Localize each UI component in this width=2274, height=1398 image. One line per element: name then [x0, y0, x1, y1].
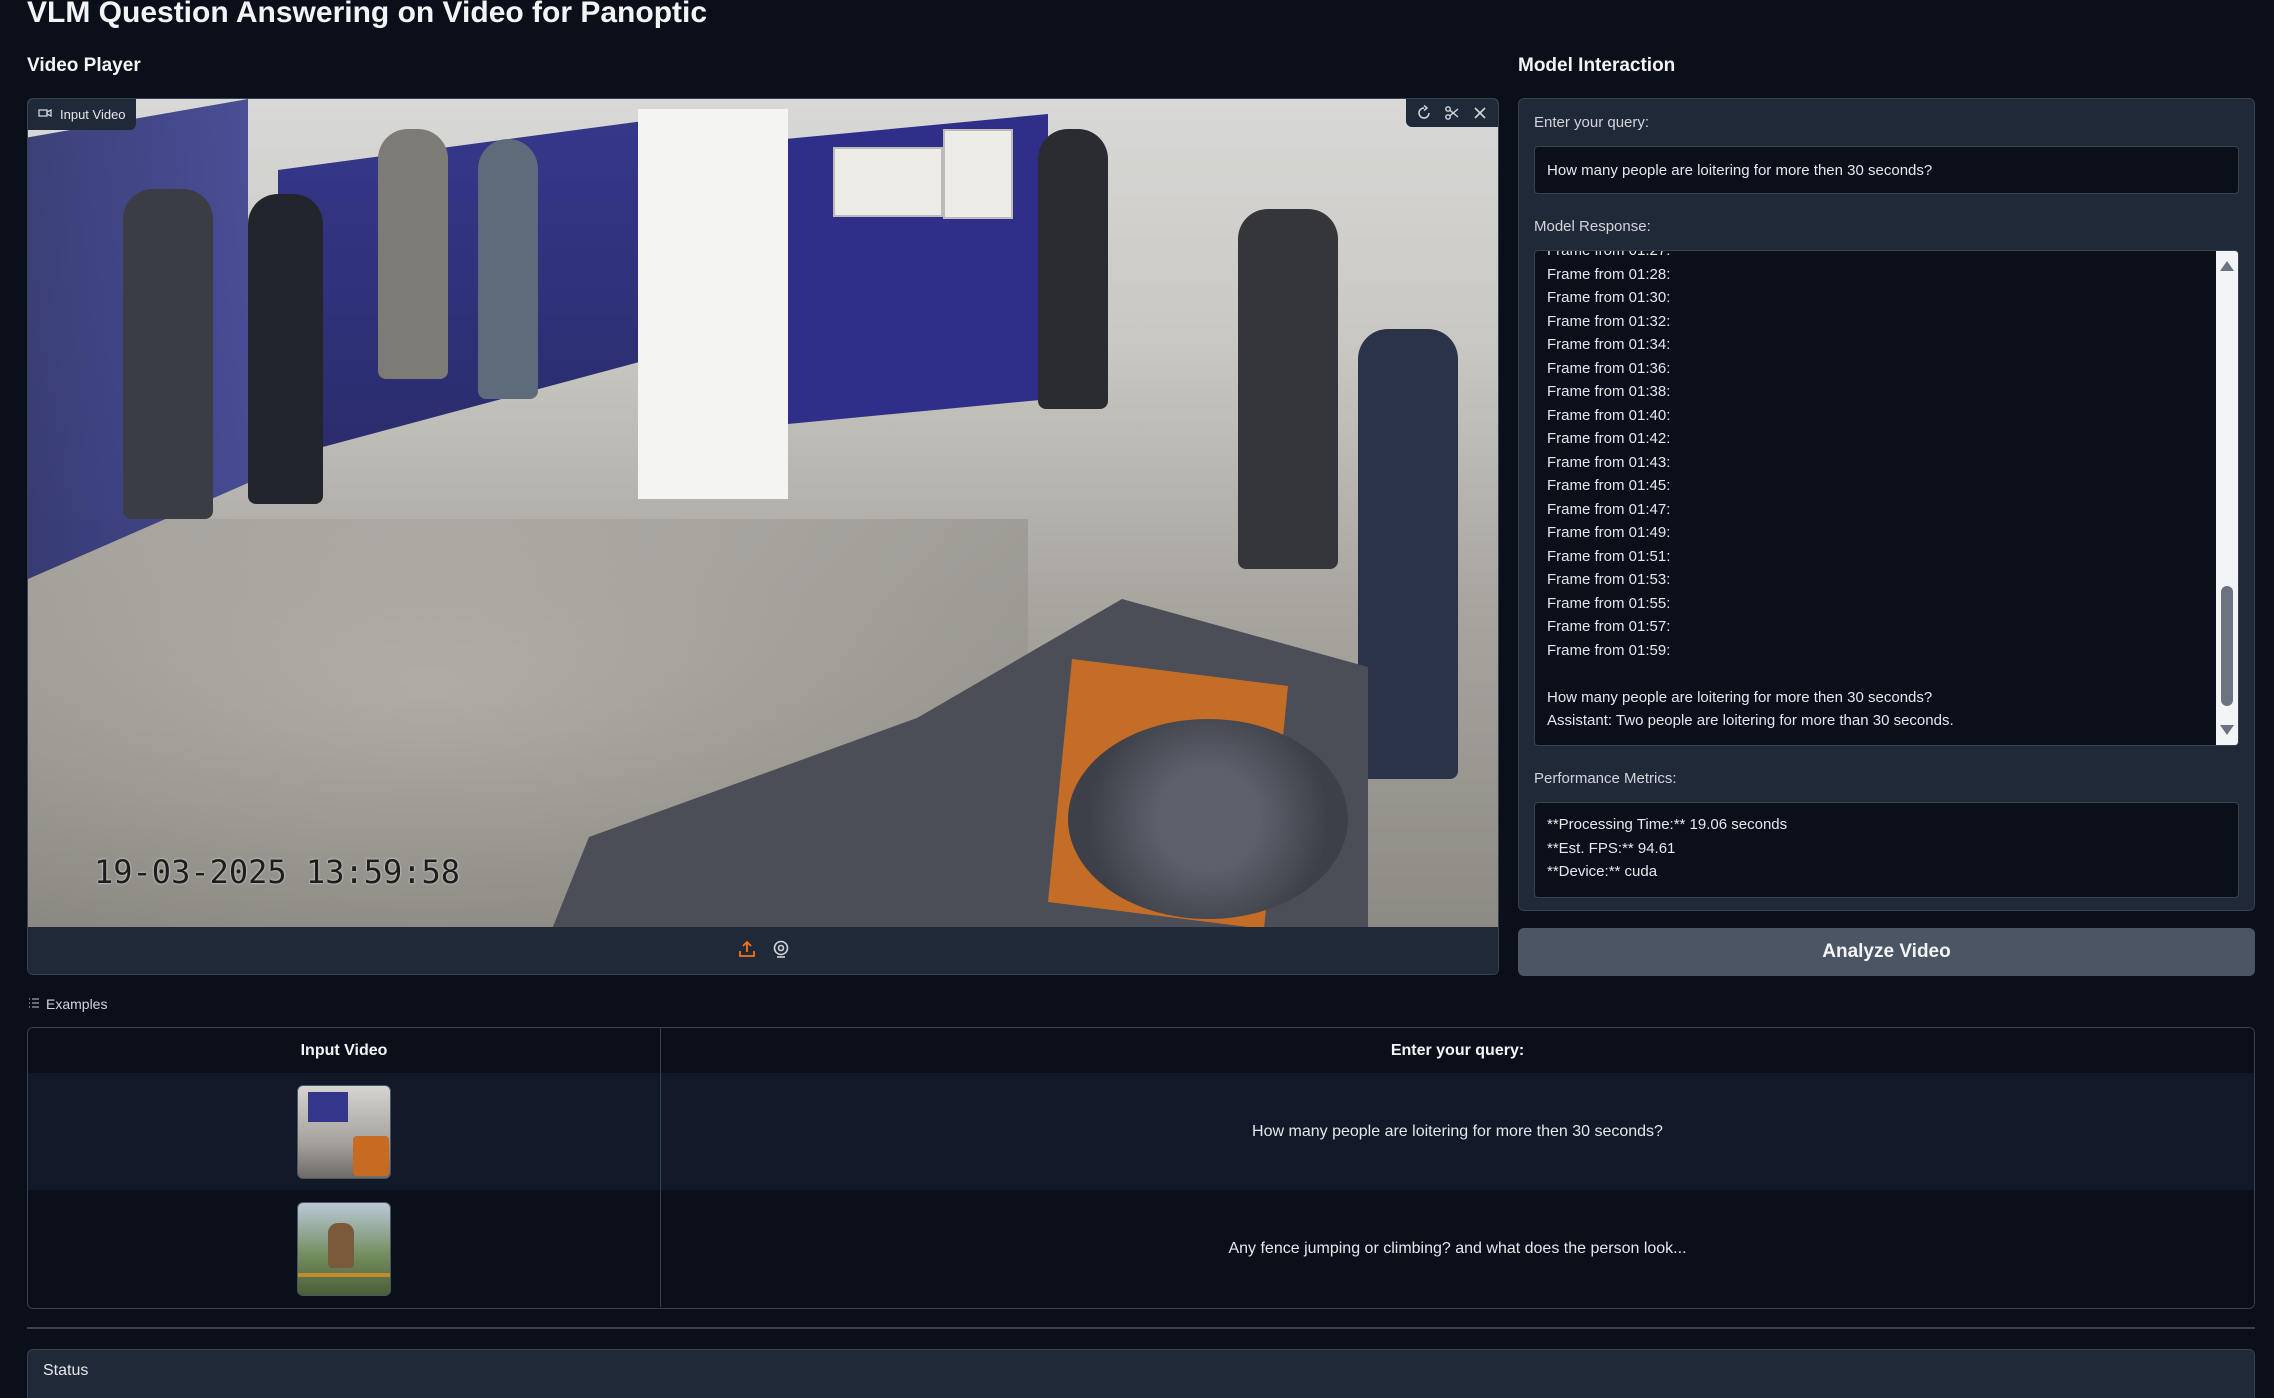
example-row[interactable]: Any fence jumping or climbing? and what … [28, 1190, 2254, 1307]
metrics-label: Performance Metrics: [1534, 770, 1677, 787]
example-query: How many people are loitering for more t… [1252, 1122, 1663, 1140]
example-video-thumbnail[interactable] [297, 1084, 391, 1179]
scroll-thumb[interactable] [2221, 586, 2233, 706]
video-white-panel [638, 109, 788, 499]
model-interaction-panel: Enter your query: How many people are lo… [1518, 98, 2255, 911]
metrics-output: **Processing Time:** 19.06 seconds **Est… [1534, 802, 2239, 898]
example-thumb-cell [28, 1190, 661, 1307]
webcam-icon[interactable] [771, 939, 791, 964]
response-scrollbar[interactable] [2216, 251, 2238, 745]
input-video-label: Input Video [60, 107, 126, 122]
query-label: Enter your query: [1534, 114, 1650, 131]
video-player-title: Video Player [27, 55, 141, 76]
metric-processing-time: **Processing Time:** 19.06 seconds [1547, 816, 1788, 833]
video-poster [833, 147, 943, 217]
video-timestamp: 19-03-2025 13:59:58 [94, 853, 461, 891]
video-person [1358, 329, 1458, 779]
video-booth-wall [278, 119, 658, 459]
video-person [1038, 129, 1108, 409]
video-person [1238, 209, 1338, 569]
examples-header: Input Video Enter your query: [28, 1028, 2254, 1073]
video-player: 19-03-2025 13:59:58 Input Video [27, 98, 1499, 975]
analyze-video-button[interactable]: Analyze Video [1518, 928, 2255, 976]
metric-device: **Device:** cuda [1547, 863, 1658, 880]
section-divider [27, 1327, 2255, 1329]
example-row[interactable]: How many people are loitering for more t… [28, 1073, 2254, 1190]
response-text: Frame from 01:27: Frame from 01:28: Fram… [1547, 250, 1954, 729]
video-person [478, 139, 538, 399]
example-video-thumbnail[interactable] [297, 1201, 391, 1296]
video-person [248, 194, 323, 504]
video-frame[interactable]: 19-03-2025 13:59:58 [28, 99, 1498, 927]
video-toolbar [1406, 99, 1498, 127]
video-source-bar [28, 927, 1498, 974]
response-label: Model Response: [1534, 218, 1651, 235]
video-gear [1068, 719, 1348, 919]
undo-icon[interactable] [1412, 101, 1436, 125]
examples-label-text: Examples [46, 996, 108, 1012]
video-person [123, 189, 213, 519]
examples-table: Input Video Enter your query: How many p… [27, 1027, 2255, 1309]
input-video-badge: Input Video [28, 99, 136, 130]
upload-icon[interactable] [737, 939, 757, 964]
video-person [378, 129, 448, 379]
model-interaction-title: Model Interaction [1518, 55, 1676, 76]
page-title: VLM Question Answering on Video for Pano… [27, 0, 708, 29]
status-output: Status [27, 1349, 2255, 1398]
metric-fps: **Est. FPS:** 94.61 [1547, 839, 1676, 857]
close-icon[interactable] [1468, 101, 1492, 125]
video-camera-icon [38, 107, 52, 122]
status-label: Status [43, 1362, 89, 1379]
header-input-video: Input Video [28, 1028, 661, 1073]
response-textarea[interactable]: Frame from 01:27: Frame from 01:28: Fram… [1534, 250, 2239, 746]
example-query: Any fence jumping or climbing? and what … [1228, 1239, 1687, 1257]
header-query: Enter your query: [1390, 1041, 1525, 1059]
scroll-up-icon[interactable] [2220, 261, 2234, 271]
examples-label: Examples [28, 996, 107, 1012]
list-icon [28, 996, 40, 1012]
scissors-icon[interactable] [1440, 101, 1464, 125]
video-poster [943, 129, 1013, 219]
query-input[interactable]: How many people are loitering for more t… [1534, 146, 2239, 194]
scroll-down-icon[interactable] [2220, 725, 2234, 735]
example-thumb-cell [28, 1073, 661, 1190]
